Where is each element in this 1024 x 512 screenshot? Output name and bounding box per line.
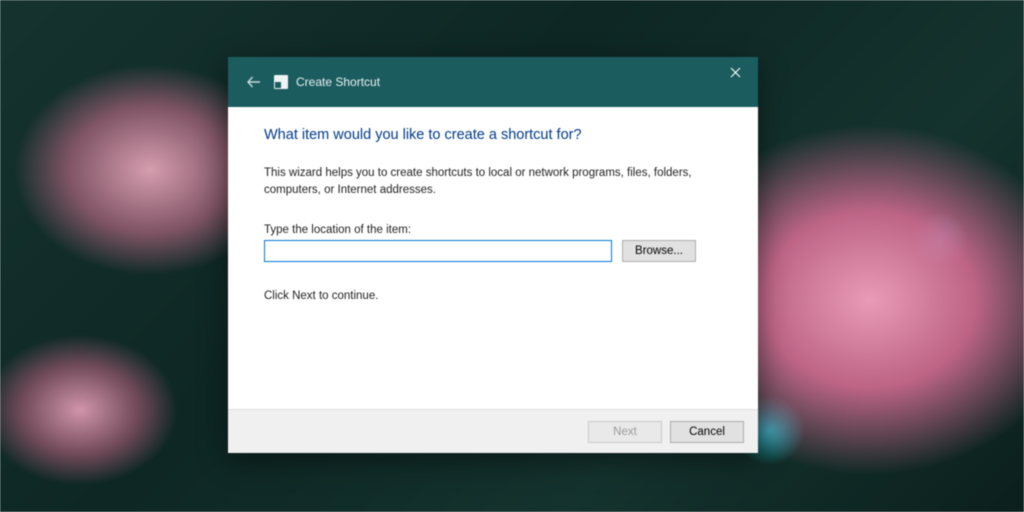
location-input[interactable]: [264, 240, 612, 262]
create-shortcut-dialog: Create Shortcut What item would you like…: [228, 57, 758, 453]
dialog-title: Create Shortcut: [296, 75, 380, 89]
dialog-footer: Next Cancel: [228, 409, 758, 453]
wizard-description: This wizard helps you to create shortcut…: [264, 165, 704, 200]
close-button[interactable]: [712, 57, 758, 87]
cancel-button[interactable]: Cancel: [670, 421, 744, 443]
titlebar: Create Shortcut: [228, 57, 758, 107]
desktop-wallpaper: Create Shortcut What item would you like…: [0, 0, 1024, 512]
continue-hint: Click Next to continue.: [264, 290, 722, 302]
location-row: Browse...: [264, 240, 722, 262]
shortcut-icon: [274, 75, 288, 89]
location-label: Type the location of the item:: [264, 224, 722, 236]
browse-button[interactable]: Browse...: [622, 240, 696, 262]
next-button: Next: [588, 421, 662, 443]
wizard-heading: What item would you like to create a sho…: [264, 127, 722, 143]
back-button[interactable]: [242, 70, 266, 94]
dialog-body: What item would you like to create a sho…: [228, 107, 758, 409]
